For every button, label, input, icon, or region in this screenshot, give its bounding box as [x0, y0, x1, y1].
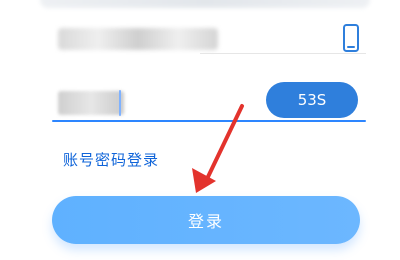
countdown-label: 53S [297, 91, 327, 109]
account-password-login-link[interactable]: 账号密码登录 [63, 149, 159, 170]
phone-number-blurred [58, 28, 218, 50]
code-countdown-button[interactable]: 53S [266, 82, 358, 118]
code-blurred [58, 91, 124, 115]
text-cursor [119, 90, 121, 116]
phone-icon [343, 24, 359, 52]
login-button[interactable]: 登录 [52, 196, 360, 244]
code-underline [52, 120, 366, 122]
top-blurred-text [40, 0, 370, 8]
phone-divider [200, 53, 366, 54]
login-button-label: 登录 [187, 212, 224, 231]
